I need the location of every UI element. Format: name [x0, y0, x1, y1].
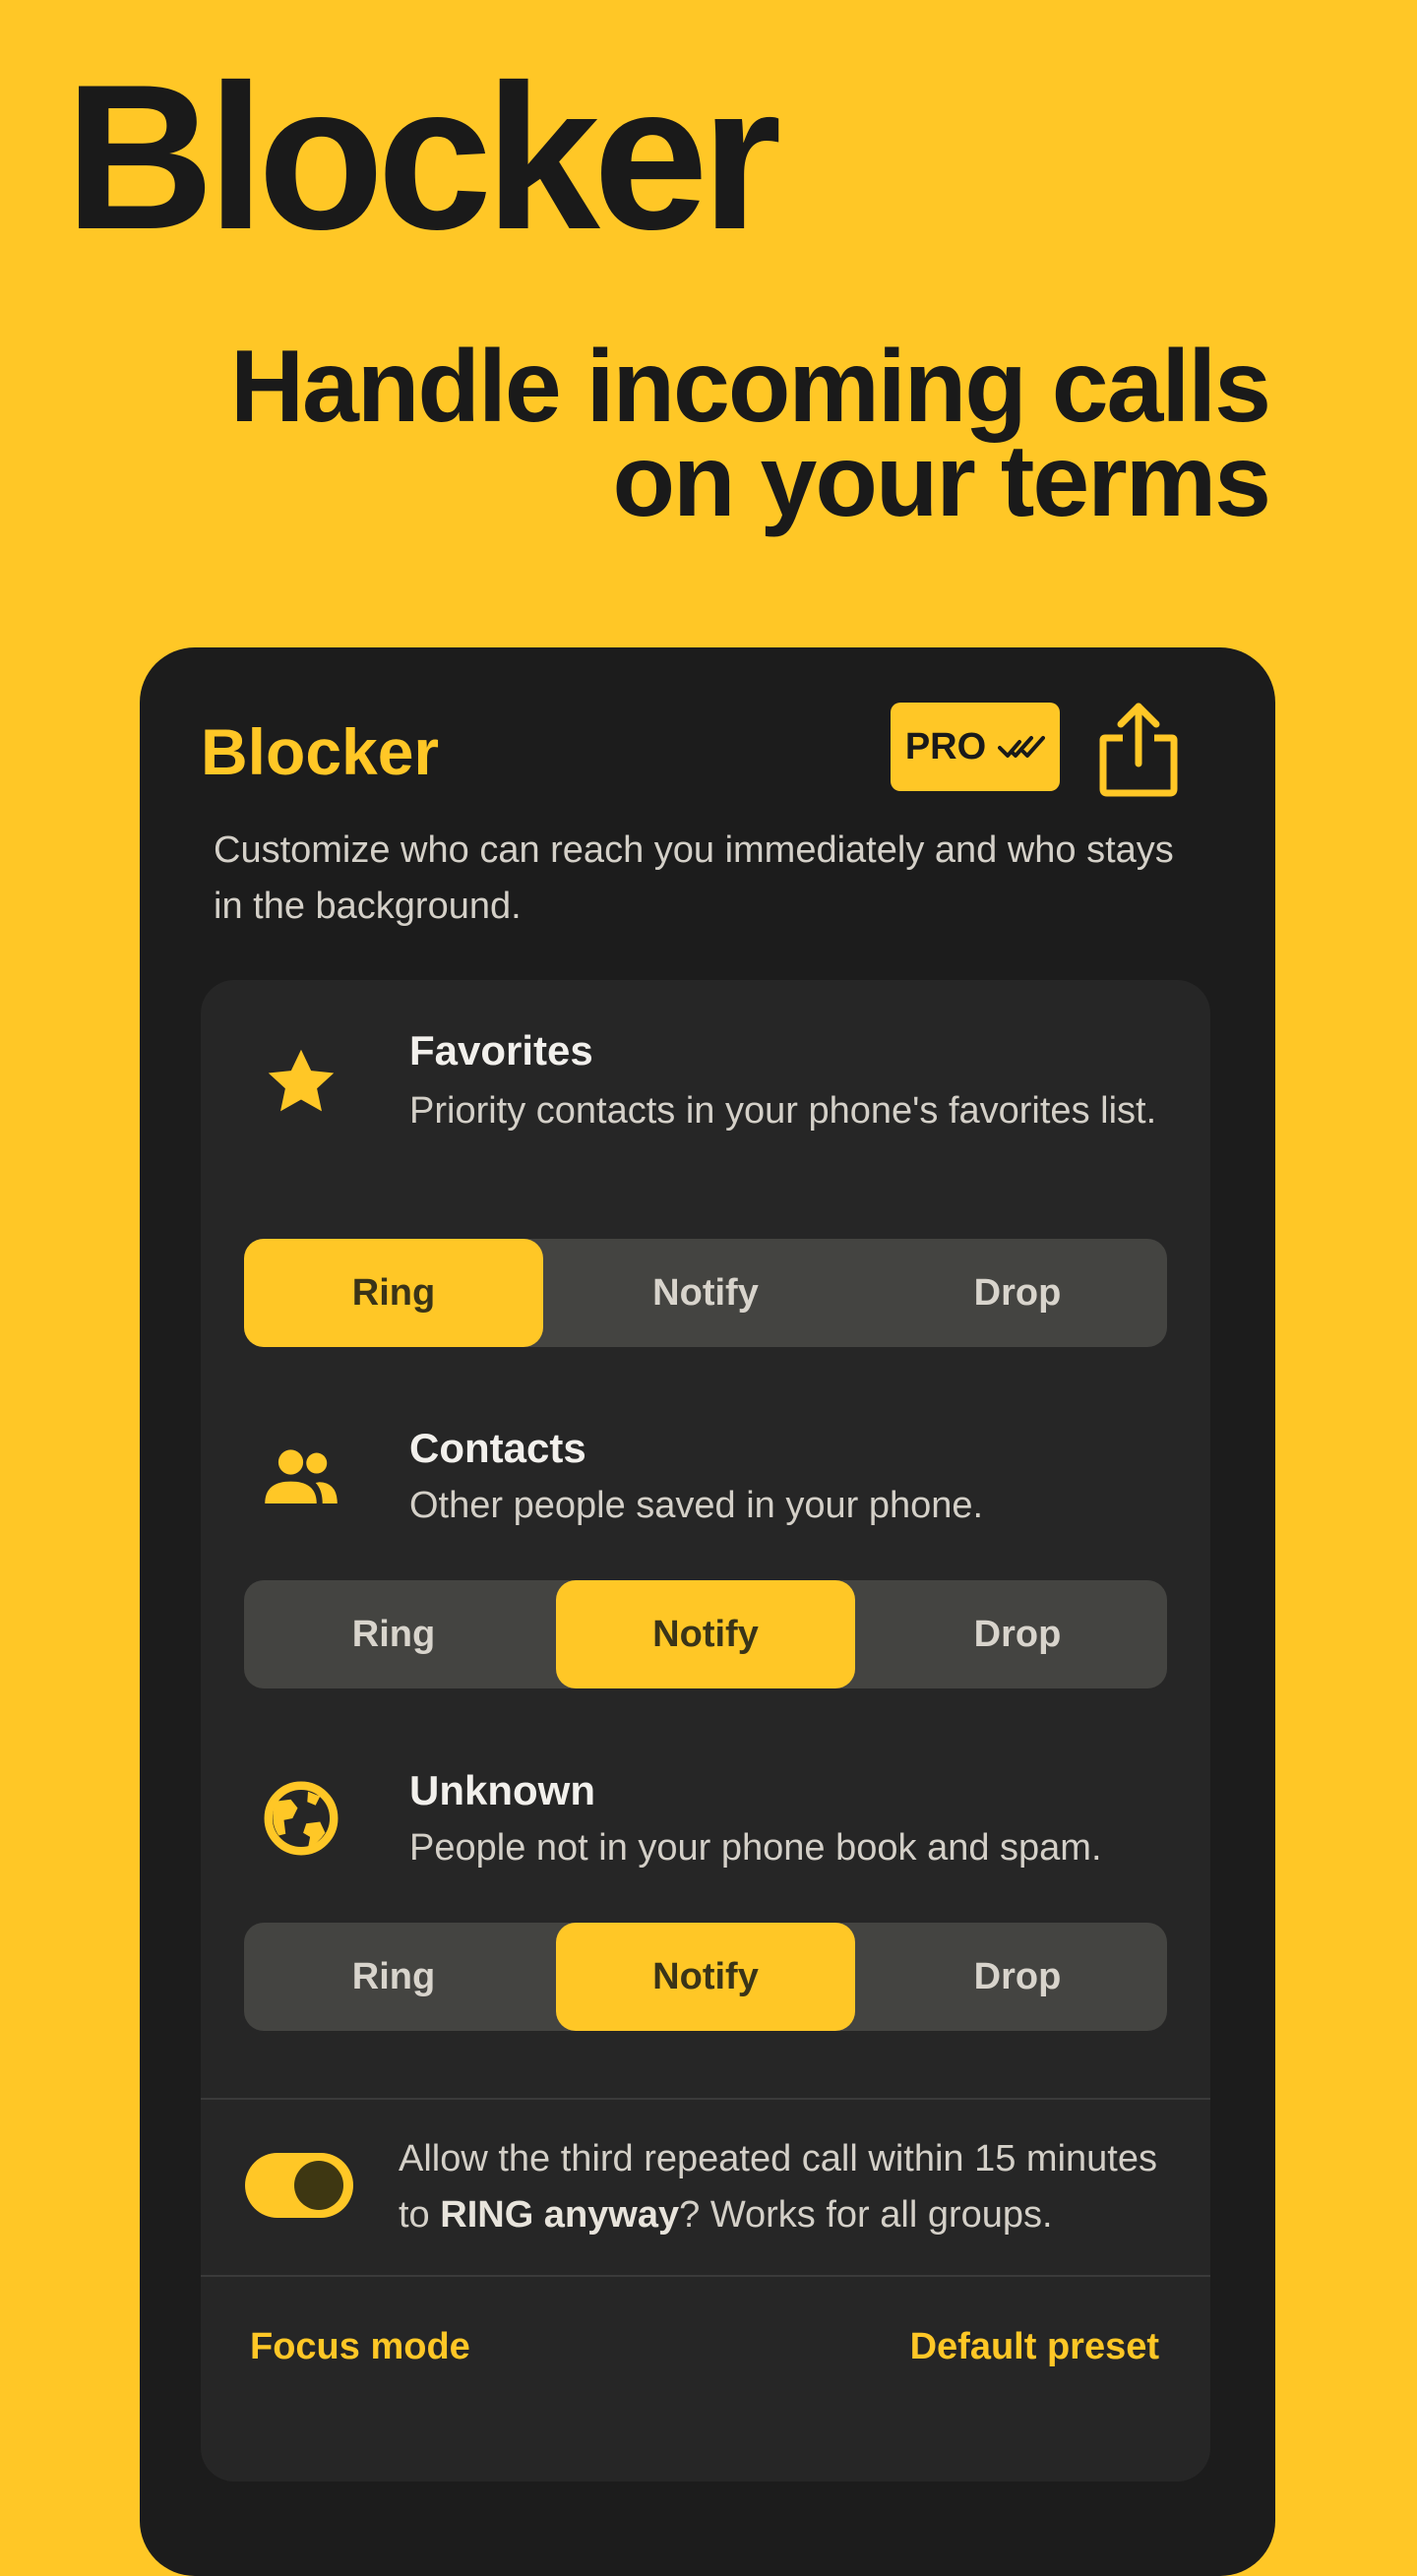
option-drop[interactable]: Drop	[868, 1923, 1167, 2031]
repeat-call-toggle[interactable]	[245, 2153, 353, 2218]
toggle-knob	[294, 2161, 343, 2210]
option-ring[interactable]: Ring	[244, 1923, 543, 2031]
hero-subtitle: Handle incoming calls on your terms	[229, 330, 1271, 538]
mode-selector-unknown: Ring Notify Drop	[244, 1923, 1167, 2031]
option-ring[interactable]: Ring	[244, 1580, 543, 1688]
hero-title: Blocker	[65, 41, 781, 273]
focus-mode-link[interactable]: Focus mode	[250, 2326, 470, 2368]
option-notify[interactable]: Notify	[556, 1923, 855, 2031]
repeat-text-after: ? Works for all groups.	[679, 2194, 1053, 2236]
groups-card: Favorites Priority contacts in your phon…	[201, 980, 1210, 2482]
mode-selector-favorites: Ring Notify Drop	[244, 1239, 1167, 1347]
divider	[201, 2275, 1210, 2277]
default-preset-link[interactable]: Default preset	[910, 2326, 1159, 2368]
mode-selector-contacts: Ring Notify Drop	[244, 1580, 1167, 1688]
double-check-icon	[998, 736, 1046, 758]
repeat-call-description: Allow the third repeated call within 15 …	[399, 2131, 1166, 2243]
app-description: Customize who can reach you immediately …	[214, 829, 1174, 927]
option-notify[interactable]: Notify	[556, 1580, 855, 1688]
pro-label: PRO	[904, 725, 987, 767]
option-drop[interactable]: Drop	[868, 1580, 1167, 1688]
group-name-favorites: Favorites	[409, 1027, 593, 1073]
group-name-unknown: Unknown	[409, 1767, 595, 1813]
hero-subtitle-line-1: Handle incoming calls	[229, 330, 1271, 444]
pro-badge[interactable]: PRO	[891, 703, 1060, 791]
group-desc-favorites: Priority contacts in your phone's favori…	[409, 1090, 1157, 1132]
app-screen: Blocker PRO Customize who can reach you …	[140, 647, 1275, 2576]
option-notify[interactable]: Notify	[556, 1239, 855, 1347]
people-icon	[265, 1449, 338, 1503]
repeat-text-bold: RING anyway	[440, 2194, 680, 2236]
group-desc-contacts: Other people saved in your phone.	[409, 1485, 984, 1526]
option-ring[interactable]: Ring	[244, 1239, 543, 1347]
star-icon	[268, 1049, 335, 1112]
globe-icon	[264, 1781, 339, 1856]
hero-subtitle-line-2: on your terms	[612, 424, 1271, 538]
group-name-contacts: Contacts	[409, 1425, 586, 1471]
group-desc-unknown: People not in your phone book and spam.	[409, 1827, 1102, 1869]
share-icon[interactable]	[1099, 699, 1178, 797]
app-title: Blocker	[201, 715, 440, 788]
option-drop[interactable]: Drop	[868, 1239, 1167, 1347]
divider	[201, 2098, 1210, 2100]
